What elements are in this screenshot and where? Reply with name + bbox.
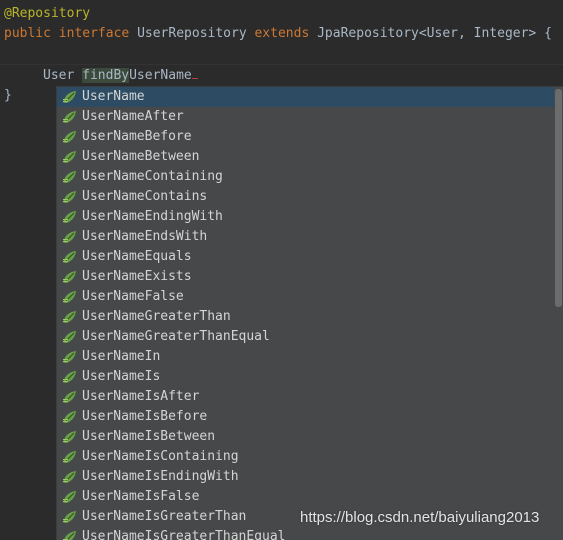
completion-item[interactable]: UserNameGreaterThan [57, 307, 554, 327]
parent-type: JpaRepository<User, Integer> { [317, 26, 552, 41]
spring-data-leaf-icon [63, 350, 77, 364]
interface-declaration-line: public interface UserRepository extends … [4, 24, 552, 44]
completion-scrollbar-thumb[interactable] [555, 89, 562, 307]
spring-data-leaf-icon [63, 490, 77, 504]
completion-item[interactable]: UserNameContaining [57, 167, 554, 187]
completion-popup[interactable]: UserName UserNameAfter UserNameBefore UserN… [56, 86, 563, 540]
completion-item-label: UserNameBetween [82, 149, 200, 164]
completion-item[interactable]: UserNameEndsWith [57, 227, 554, 247]
completion-item-label: UserNameEndsWith [82, 229, 208, 244]
spring-data-leaf-icon [63, 450, 77, 464]
completion-item[interactable]: UserNameIsBefore [57, 407, 554, 427]
completion-item[interactable]: UserNameGreaterThanEqual [57, 327, 554, 347]
completion-item-label: UserNameGreaterThan [82, 309, 231, 324]
completion-item-label: UserNameIsEndingWith [82, 469, 239, 484]
watermark: https://blog.csdn.net/baiyuliang2013 [300, 509, 539, 526]
completion-item-label: UserNameBefore [82, 129, 192, 144]
error-marker [191, 75, 198, 79]
completion-item-label: UserNameIs [82, 369, 161, 384]
completion-item[interactable]: UserNameIsAfter [57, 387, 554, 407]
completion-item[interactable]: UserNameIsFalse [57, 487, 554, 507]
completion-item[interactable]: UserNameBefore [57, 127, 554, 147]
method-stub-line[interactable]: User findByUserName [43, 66, 198, 86]
completion-item[interactable]: UserNameIsBetween [57, 427, 554, 447]
keyword-interface: interface [58, 26, 130, 41]
completion-item[interactable]: UserNameEndingWith [57, 207, 554, 227]
completion-item[interactable]: UserNameExists [57, 267, 554, 287]
spring-data-leaf-icon [63, 430, 77, 444]
method-typed-text: UserName [129, 68, 192, 83]
completion-item[interactable]: UserNameFalse [57, 287, 554, 307]
completion-item[interactable]: UserNameIsContaining [57, 447, 554, 467]
spring-data-leaf-icon [63, 390, 77, 404]
spring-data-leaf-icon [63, 190, 77, 204]
keyword-extends: extends [254, 26, 310, 41]
spring-data-leaf-icon [63, 410, 77, 424]
completion-item[interactable]: UserNameBetween [57, 147, 554, 167]
closing-brace: } [4, 88, 12, 103]
spring-data-leaf-icon [63, 470, 77, 484]
completion-item[interactable]: UserName [57, 87, 554, 107]
interface-name: UserRepository [137, 26, 247, 41]
completion-item[interactable]: UserNameIsGreaterThanEqual [57, 527, 554, 540]
line-separator [0, 64, 563, 65]
spring-data-leaf-icon [63, 270, 77, 284]
completion-item-label: UserNameIn [82, 349, 161, 364]
completion-item[interactable]: UserNameContains [57, 187, 554, 207]
spring-data-leaf-icon [63, 230, 77, 244]
return-type: User [43, 68, 75, 83]
completion-item[interactable]: UserNameIs [57, 367, 554, 387]
completion-item-label: UserNameIsBefore [82, 409, 208, 424]
spring-data-leaf-icon [63, 130, 77, 144]
method-prefix: findBy [82, 68, 130, 83]
spring-data-leaf-icon [63, 310, 77, 324]
annotation-text: @Repository [4, 6, 91, 21]
spring-data-leaf-icon [63, 510, 77, 524]
completion-item-label: UserName [82, 89, 145, 104]
watermark-text: https://blog.csdn.net/baiyuliang2013 [300, 509, 540, 526]
completion-item-label: UserNameEndingWith [82, 209, 223, 224]
completion-item[interactable]: UserNameIsEndingWith [57, 467, 554, 487]
annotation-line: @Repository [4, 4, 90, 24]
completion-item-label: UserNameContains [82, 189, 208, 204]
spring-data-leaf-icon [63, 150, 77, 164]
completion-list[interactable]: UserName UserNameAfter UserNameBefore UserN… [57, 87, 554, 540]
completion-item-label: UserNameFalse [82, 289, 184, 304]
completion-item[interactable]: UserNameEquals [57, 247, 554, 267]
spring-data-leaf-icon [63, 170, 77, 184]
completion-item-label: UserNameIsGreaterThanEqual [82, 529, 286, 540]
spring-data-leaf-icon [63, 250, 77, 264]
spring-data-leaf-icon [63, 110, 77, 124]
completion-item-label: UserNameExists [82, 269, 192, 284]
closing-brace-line: } [4, 86, 12, 106]
completion-item-label: UserNameIsBetween [82, 429, 216, 444]
keyword-public: public [4, 26, 51, 41]
spring-data-leaf-icon [63, 90, 77, 104]
completion-item-label: UserNameIsContaining [82, 449, 239, 464]
completion-scrollbar[interactable] [554, 87, 563, 540]
completion-item-label: UserNameIsFalse [82, 489, 200, 504]
completion-item-label: UserNameContaining [82, 169, 223, 184]
completion-item[interactable]: UserNameAfter [57, 107, 554, 127]
completion-item-label: UserNameIsAfter [82, 389, 200, 404]
completion-item-label: UserNameEquals [82, 249, 192, 264]
spring-data-leaf-icon [63, 210, 77, 224]
spring-data-leaf-icon [63, 290, 77, 304]
completion-item-label: UserNameGreaterThanEqual [82, 329, 270, 344]
completion-item-label: UserNameIsGreaterThan [82, 509, 247, 524]
spring-data-leaf-icon [63, 330, 77, 344]
completion-item[interactable]: UserNameIn [57, 347, 554, 367]
spring-data-leaf-icon [63, 370, 77, 384]
completion-item-label: UserNameAfter [82, 109, 184, 124]
